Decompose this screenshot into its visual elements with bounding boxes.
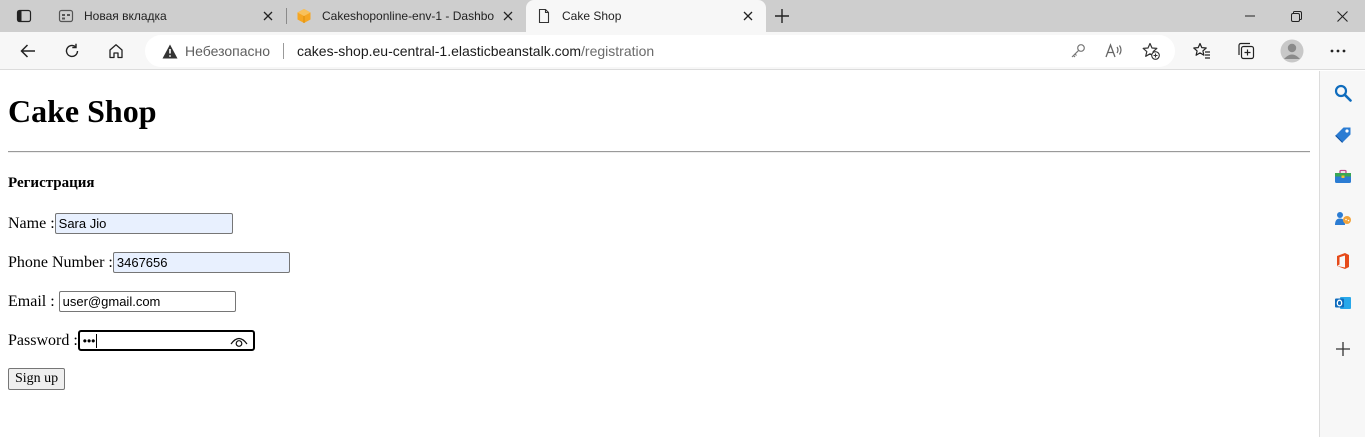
sidebar-office-button[interactable] [1332,250,1354,272]
avatar [1280,39,1304,63]
close-window-button[interactable] [1319,0,1365,32]
toolbox-icon [1335,169,1351,183]
name-field-row: Name : Sara Jio [8,213,233,234]
back-button[interactable] [12,35,44,67]
tab-cake-shop[interactable]: Cake Shop [526,0,766,32]
games-icon [1335,212,1351,225]
tab-new-tab[interactable]: Новая вкладка [48,0,286,32]
sidebar-shopping-button[interactable] [1332,124,1354,146]
tab-title: Новая вкладка [84,9,167,23]
sidebar-tools-button[interactable] [1332,166,1354,188]
more-icon [1330,49,1346,53]
sign-up-button[interactable]: Sign up [8,368,66,390]
tab-title: Cake Shop [562,9,622,23]
sidebar-search-button[interactable] [1332,82,1354,104]
phone-label: Phone Number : [8,253,113,271]
page-title: Cake Shop [8,93,157,129]
tab-dashboard[interactable]: Cakeshoponline-env-1 - Dashbo [286,0,526,32]
security-status[interactable]: Небезопасно [185,43,270,59]
divider [8,151,1310,153]
edge-sidebar [1319,71,1365,437]
new-tab-page-icon [58,8,74,24]
tab-actions-button[interactable] [8,4,40,28]
password-label: Password : [8,331,78,349]
tab-strip: Новая вкладка Cakeshoponline-env-1 - Das… [0,0,1365,32]
password-value: ••• [82,333,96,348]
phone-input[interactable]: 3467656 [112,252,290,273]
phone-field-row: Phone Number : 3467656 [8,252,290,273]
document-icon [536,8,552,24]
read-aloud-icon[interactable] [1104,41,1124,61]
close-icon[interactable] [260,8,276,24]
settings-menu-button[interactable] [1322,35,1354,67]
aws-box-icon [296,8,312,24]
tab-title: Cakeshoponline-env-1 - Dashbo [322,9,494,23]
email-input[interactable]: user@gmail.com [58,291,236,312]
email-field-row: Email : user@gmail.com [8,291,236,312]
office-icon [1337,253,1349,269]
text-cursor [96,333,98,348]
home-icon [109,44,123,59]
web-page: Cake Shop Регистрация Name : Sara Jio Ph… [0,71,1319,437]
refresh-button[interactable] [56,35,88,67]
tab-actions-icon [16,9,32,23]
address-bar[interactable]: Небезопасно cakes-shop.eu-central-1.elas… [145,35,1175,67]
favorites-icon [1193,42,1210,59]
restore-button[interactable] [1273,0,1319,32]
plus-icon [775,9,789,23]
favorites-button[interactable] [1186,35,1218,67]
email-label: Email : [8,292,59,310]
reveal-password-icon[interactable] [230,335,248,348]
close-icon [1336,10,1348,22]
close-icon[interactable] [500,8,516,24]
search-icon [1334,84,1352,102]
back-arrow-icon [20,44,35,58]
refresh-icon [65,43,79,58]
sidebar-outlook-button[interactable] [1332,292,1354,314]
profile-button[interactable] [1276,35,1308,67]
warning-icon[interactable] [161,42,179,60]
key-icon[interactable] [1068,41,1088,61]
new-tab-button[interactable] [770,4,794,28]
plus-icon [1336,342,1350,356]
form-heading: Регистрация [8,175,95,191]
minimize-button[interactable] [1227,0,1273,32]
collections-icon [1238,42,1255,60]
sidebar-games-button[interactable] [1332,208,1354,230]
address-divider [283,43,285,59]
outlook-icon [1335,297,1351,309]
sidebar-add-button[interactable] [1332,338,1354,360]
name-label: Name : [8,214,55,232]
password-field-row: Password : ••• [8,330,255,351]
browser-toolbar: Небезопасно cakes-shop.eu-central-1.elas… [0,32,1365,70]
minimize-icon [1245,15,1255,17]
restore-icon [1290,10,1302,22]
close-icon[interactable] [740,8,756,24]
add-favorite-icon[interactable] [1141,41,1161,61]
name-input[interactable]: Sara Jio [54,213,233,234]
url-text[interactable]: cakes-shop.eu-central-1.elasticbeanstalk… [297,43,654,59]
password-input[interactable]: ••• [77,330,255,351]
url-path: /registration [581,43,655,59]
url-host: cakes-shop.eu-central-1.elasticbeanstalk… [297,43,582,59]
shopping-tag-icon [1335,127,1351,143]
collections-button[interactable] [1230,35,1262,67]
home-button[interactable] [100,35,132,67]
